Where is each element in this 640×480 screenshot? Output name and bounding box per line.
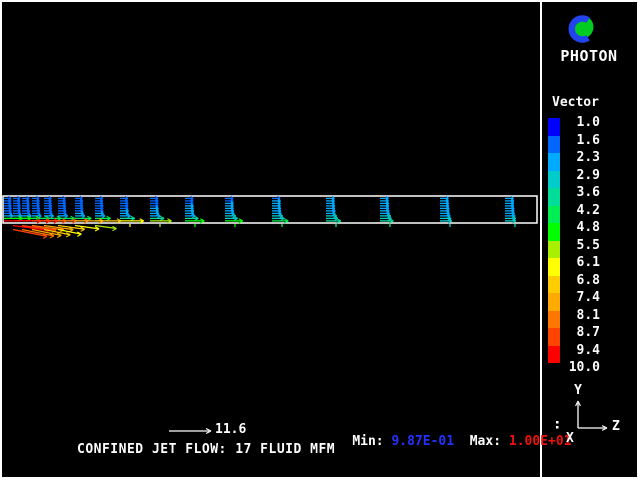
photon-logo-icon — [563, 11, 597, 45]
legend-value: 6.8 — [560, 274, 600, 288]
max-label: Max: — [470, 435, 501, 449]
legend-value: 2.9 — [560, 169, 600, 183]
axis-label-y: Y — [571, 384, 585, 398]
legend-value: 5.5 — [560, 239, 600, 253]
reference-arrow-value: 11.6 — [215, 423, 246, 437]
legend-color-block — [548, 118, 560, 136]
legend-value: 8.1 — [560, 309, 600, 323]
legend-value: 9.4 — [560, 344, 600, 358]
legend-value: 4.2 — [560, 204, 600, 218]
legend-color-bar — [548, 118, 560, 363]
legend-value: 4.8 — [560, 221, 600, 235]
axis-label-z: Z — [612, 420, 626, 434]
legend-value: 3.6 — [560, 186, 600, 200]
legend-color-block — [548, 153, 560, 171]
plot-title: CONFINED JET FLOW: 17 FLUID MFM — [77, 443, 335, 457]
legend-color-block — [548, 276, 560, 294]
legend-color-block — [548, 136, 560, 154]
legend-value: 7.4 — [560, 291, 600, 305]
legend-color-block — [548, 258, 560, 276]
legend-value: 1.0 — [560, 116, 600, 130]
legend-color-block — [548, 346, 560, 364]
legend-value: 8.7 — [560, 326, 600, 340]
photon-window: PHOTON Vector 1.0 1.6 2.3 2.9 3.6 4.2 4.8 5.5 6.… — [0, 0, 640, 480]
legend-color-block — [548, 311, 560, 329]
legend-value: 6.1 — [560, 256, 600, 270]
legend-color-block — [548, 293, 560, 311]
minmax-readout: Min: 9.87E-01 Max: 1.00E+01 — [321, 421, 572, 463]
legend-color-block — [548, 206, 560, 224]
legend-color-block — [548, 171, 560, 189]
legend-value: 2.3 — [560, 151, 600, 165]
legend-value: 10.0 — [560, 361, 600, 375]
legend-value: 1.6 — [560, 134, 600, 148]
legend-color-block — [548, 241, 560, 259]
legend-color-block — [548, 328, 560, 346]
app-title: PHOTON — [558, 49, 620, 63]
min-label: Min: — [352, 435, 383, 449]
max-value: 1.00E+01 — [509, 435, 572, 449]
axis-label-x: X — [566, 432, 580, 446]
legend-title: Vector — [552, 96, 599, 110]
legend-color-block — [548, 223, 560, 241]
min-value: 9.87E-01 — [391, 435, 454, 449]
legend-color-block — [548, 188, 560, 206]
